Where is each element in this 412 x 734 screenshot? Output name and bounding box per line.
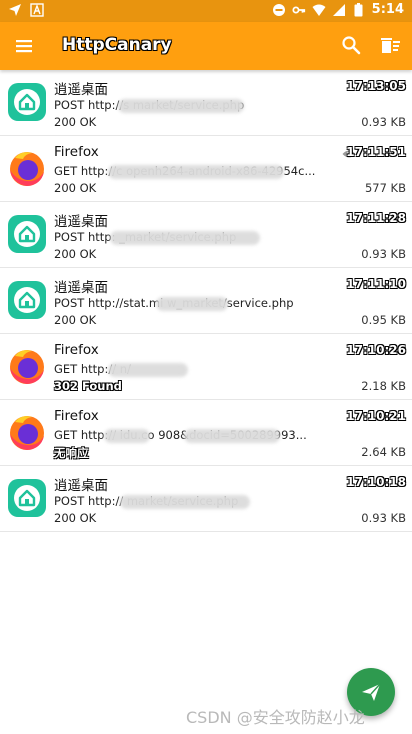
request-row[interactable]: Firefox GET http:// idu.co 908&docid=500… xyxy=(0,400,412,466)
launcher-icon xyxy=(7,478,47,518)
app-name: Firefox xyxy=(54,408,99,424)
app-bar: HttpCanary xyxy=(0,22,412,70)
request-time: 17:11:10 xyxy=(346,277,406,291)
request-time: 17:10:21 xyxy=(346,409,406,423)
redaction-blur xyxy=(108,165,284,179)
response-size: 2.64 KB xyxy=(361,445,406,459)
app-title: HttpCanary xyxy=(62,35,172,55)
response-status: 200 OK xyxy=(54,115,97,129)
request-row[interactable]: 逍遥桌面 POST http:// market/service.php 200… xyxy=(0,466,412,532)
response-status: 302 Found xyxy=(54,379,122,393)
request-row[interactable]: Firefox GET http:// n/ 302 Found 17:10:2… xyxy=(0,334,412,400)
battery-icon xyxy=(352,2,366,17)
status-bar: 5:14 xyxy=(0,0,412,22)
font-a-icon xyxy=(30,3,44,17)
response-size: 0.93 KB xyxy=(361,247,406,261)
response-size: 0.93 KB xyxy=(361,115,406,129)
response-status: 200 OK xyxy=(54,313,97,327)
response-status: 200 OK xyxy=(54,511,97,525)
request-row[interactable]: 逍遥桌面 POST http: _market/service.php 200 … xyxy=(0,202,412,268)
vpn-key-icon xyxy=(292,3,306,17)
app-name: 逍遥桌面 xyxy=(54,214,108,230)
request-time: 17:13:05 xyxy=(346,79,406,93)
redaction-blur xyxy=(120,495,250,509)
request-url: POST http://stat.mi w_market/service.php xyxy=(54,296,294,310)
redaction-blur xyxy=(184,429,280,443)
request-row[interactable]: 逍遥桌面 POST http://s market/service.php 20… xyxy=(0,70,412,136)
response-size: 577 KB xyxy=(364,181,406,195)
app-name: 逍遥桌面 xyxy=(54,82,108,98)
request-time: 17:10:18 xyxy=(346,475,406,489)
response-size: 0.93 KB xyxy=(361,511,406,525)
search-icon[interactable] xyxy=(340,34,362,56)
redaction-blur xyxy=(118,99,244,113)
redaction-blur xyxy=(108,363,188,377)
firefox-icon xyxy=(7,148,47,188)
request-url: GET http:// n/ xyxy=(54,362,131,376)
request-time: 17:11:28 xyxy=(346,211,406,225)
menu-icon[interactable] xyxy=(14,35,36,57)
request-row[interactable]: 逍遥桌面 POST http://stat.mi w_market/servic… xyxy=(0,268,412,334)
firefox-icon xyxy=(7,346,47,386)
watermark: CSDN @安全攻防赵小龙 xyxy=(186,708,365,727)
redaction-blur xyxy=(156,297,228,311)
clear-all-icon[interactable] xyxy=(380,34,402,56)
firefox-icon xyxy=(7,412,47,452)
navigation-arrow-icon xyxy=(8,3,22,17)
request-list: 逍遥桌面 POST http://s market/service.php 20… xyxy=(0,70,412,532)
cellular-signal-icon xyxy=(332,3,346,17)
launcher-icon xyxy=(7,82,47,122)
request-time: 17:11:51 xyxy=(346,145,406,159)
wifi-icon xyxy=(312,3,326,17)
redaction-blur xyxy=(110,231,260,245)
response-size: 2.18 KB xyxy=(361,379,406,393)
app-name: Firefox xyxy=(54,342,99,358)
launcher-icon xyxy=(7,214,47,254)
response-status: 200 OK xyxy=(54,247,97,261)
app-name: 逍遥桌面 xyxy=(54,478,108,494)
redaction-blur xyxy=(104,429,150,443)
send-icon xyxy=(362,683,381,701)
request-row[interactable]: Firefox GET http://c openh264-android-x8… xyxy=(0,136,412,202)
app-name: Firefox xyxy=(54,144,99,160)
do-not-disturb-icon xyxy=(272,3,286,17)
app-name: 逍遥桌面 xyxy=(54,280,108,296)
response-status: 无响应 xyxy=(54,446,89,460)
launcher-icon xyxy=(7,280,47,320)
response-status: 200 OK xyxy=(54,181,97,195)
request-time: 17:10:26 xyxy=(346,343,406,357)
response-size: 0.95 KB xyxy=(361,313,406,327)
status-time: 5:14 xyxy=(371,2,404,17)
